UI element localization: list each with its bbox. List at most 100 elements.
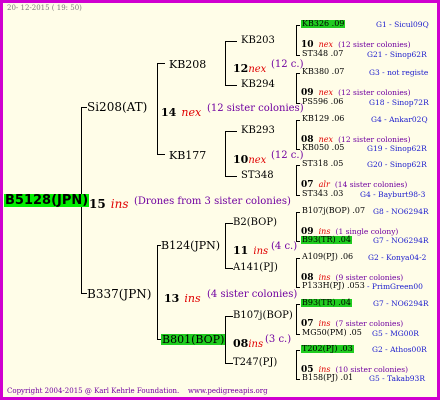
gen4-note: (12 sister colonies) (338, 88, 411, 97)
gen4-queen-link[interactable]: ST348 .07 (302, 50, 343, 58)
gen4-id: G7 - NO6294R (373, 236, 429, 245)
gen4-note: (14 sister colonies) (334, 180, 408, 189)
connector (225, 223, 233, 224)
gen2-note: (12 c.) (271, 59, 304, 70)
gen2-queen-link[interactable]: KB177 (169, 150, 206, 161)
gen2-generation: 08ins (233, 334, 263, 350)
date-stamp: 20- 12-2015 ( 19: 50) (7, 4, 82, 12)
connector (296, 55, 300, 56)
gen4-id: G2 - Athos00R (372, 345, 427, 354)
connector (296, 165, 300, 166)
gen4-id: G7 - NO6294R (373, 299, 429, 308)
gen2-queen-link[interactable]: B801(BOP) (161, 334, 226, 345)
gen4-queen-link[interactable]: PS596 .06 (302, 98, 343, 106)
gen4-queen-link[interactable]: KB380 .07 (302, 68, 344, 76)
gen4-id: G21 - Sinop62R (367, 50, 427, 59)
gen-ins: ins (318, 319, 331, 328)
gen3-queen-link[interactable]: B2(BOP) (233, 218, 277, 228)
pedigree-page: 20- 12-2015 ( 19: 50) B5128(JPN) 15 ins … (0, 0, 440, 400)
gen3-queen-link[interactable]: B107j(BOP) (233, 311, 293, 321)
gen-ins: ins (248, 339, 264, 350)
connector (296, 350, 300, 351)
connector (296, 334, 300, 335)
gen3-queen-link[interactable]: KB203 (241, 36, 275, 46)
gen4-queen-link[interactable]: A109(PJ) .06 (302, 253, 353, 261)
site-link[interactable]: www.pedigreeapis.org (188, 388, 268, 395)
gen-ins: alr (318, 180, 330, 189)
gen3-queen-link[interactable]: KB293 (241, 126, 275, 136)
connector (157, 63, 158, 154)
gen-ins: nex (181, 106, 202, 119)
connector (296, 287, 300, 288)
gen3-queen-link[interactable]: T247(PJ) (233, 358, 277, 368)
gen4-queen-link[interactable]: MG50(PM) .05 (302, 329, 362, 337)
root-drone-note: (Drones from 3 sister colonies) (134, 196, 291, 207)
connector (296, 120, 300, 121)
gen4-id: G1 - Sicul09Q (376, 20, 429, 29)
connector (225, 223, 226, 268)
gen4-queen-link[interactable]: KB050 .05 (302, 144, 344, 152)
root-gen-number: 15 (89, 197, 106, 211)
connector (225, 176, 237, 177)
connector (296, 304, 300, 305)
gen-ins: nex (248, 155, 267, 166)
connector (296, 212, 300, 213)
gen3-queen-link[interactable]: KB294 (241, 80, 275, 90)
gen4-id: G4 - Ankar02Q (371, 115, 428, 124)
root-gen-ins: ins (110, 197, 129, 211)
gen4-queen-link[interactable]: ST318 .05 (302, 160, 343, 168)
gen1-note: (4 sister colonies) (207, 289, 298, 300)
gen4-queen-link[interactable]: KB326 .09 (301, 20, 346, 28)
connector (296, 258, 300, 259)
gen2-queen-link[interactable]: B124(JPN) (161, 240, 220, 251)
gen2-note: (12 c.) (271, 150, 304, 161)
connector (225, 85, 237, 86)
gen4-id: - PrimGreen00 (367, 282, 423, 291)
gen1-queen-link[interactable]: Si208(AT) (87, 101, 147, 113)
gen4-generation: 07 ins (7 sister colonies) (301, 313, 403, 329)
gen3-queen-link[interactable]: A141(PJ) (233, 263, 278, 273)
gen4-queen-link[interactable]: KB129 .06 (302, 115, 344, 123)
connector (225, 41, 237, 42)
gen4-queen-link[interactable]: ST343 .03 (302, 190, 343, 198)
gen-ins: nex (248, 64, 267, 75)
connector (296, 25, 297, 55)
gen1-note: (12 sister colonies) (207, 103, 304, 114)
copyright-text: Copyright 2004-2015 @ Karl Kehrle Founda… (7, 387, 180, 395)
gen4-queen-link[interactable]: T202(PJ) .03 (301, 345, 354, 353)
root-queen-link[interactable]: B5128(JPN) (4, 194, 90, 207)
connector (296, 304, 297, 334)
gen4-id: G4 - Bayburt98-3 (360, 190, 426, 199)
gen-number: 14 (161, 106, 177, 119)
connector (157, 154, 165, 155)
gen1-queen-link[interactable]: B337(JPN) (87, 288, 151, 300)
gen2-note: (3 c.) (265, 334, 292, 345)
gen4-generation: 07 alr (14 sister colonies) (301, 174, 407, 190)
gen4-id: G8 - NO6294R (373, 207, 429, 216)
gen-number: 12 (233, 62, 249, 75)
gen1-generation: 13 ins (164, 289, 201, 305)
gen4-queen-link[interactable]: B158(PJ) .01 (302, 374, 353, 382)
gen4-id: G19 - Sinop62R (367, 144, 427, 153)
connector (296, 25, 300, 26)
gen4-note: (12 sister colonies) (338, 40, 411, 49)
gen2-generation: 10nex (233, 150, 266, 166)
connector (225, 131, 226, 176)
gen2-generation: 11 ins (233, 241, 268, 257)
gen4-queen-link[interactable]: B93(TR) .04 (301, 299, 352, 307)
gen4-queen-link[interactable]: B107j(BOP) .07 (302, 207, 365, 215)
gen4-id: G3 - not registe (369, 68, 429, 77)
gen-ins: nex (318, 40, 334, 49)
connector (225, 41, 226, 85)
gen2-queen-link[interactable]: KB208 (169, 59, 206, 70)
connector (296, 195, 300, 196)
connector (157, 63, 165, 64)
gen4-queen-link[interactable]: B93(TR) .04 (301, 236, 352, 244)
gen3-queen-link[interactable]: ST348 (241, 171, 274, 181)
connector (296, 212, 297, 241)
gen2-generation: 12nex (233, 59, 266, 75)
gen4-queen-link[interactable]: P133H(PJ) .053 (302, 282, 365, 290)
connector (225, 316, 233, 317)
gen4-generation: 10 nex (12 sister colonies) (301, 34, 411, 50)
connector (296, 165, 297, 195)
